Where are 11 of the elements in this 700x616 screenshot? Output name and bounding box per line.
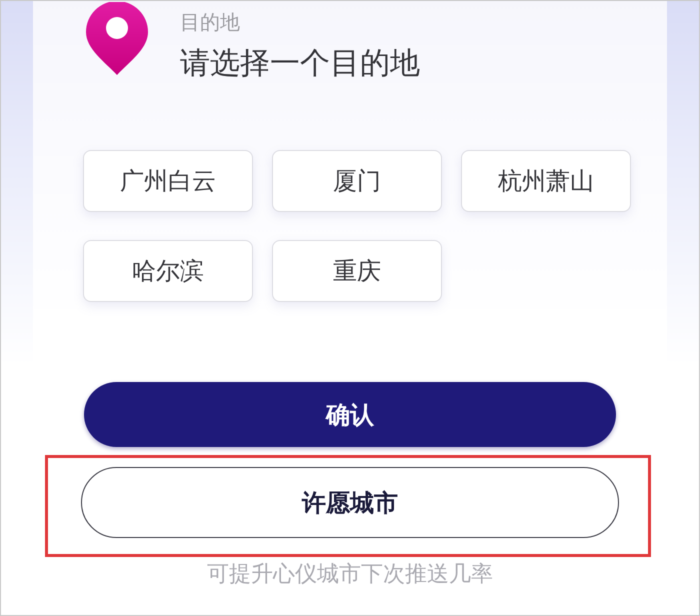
location-pin-icon (84, 2, 150, 76)
section-label: 目的地 (180, 10, 240, 34)
city-option[interactable]: 厦门 (272, 150, 442, 212)
city-option[interactable]: 杭州萧山 (461, 150, 631, 212)
hint-text: 可提升心仪城市下次推送几率 (207, 562, 493, 588)
wish-city-button[interactable]: 许愿城市 (81, 467, 619, 538)
destination-prompt: 请选择一个目的地 (180, 46, 420, 82)
city-option[interactable]: 重庆 (272, 240, 442, 302)
city-option[interactable]: 哈尔滨 (83, 240, 253, 302)
city-option[interactable]: 广州白云 (83, 150, 253, 212)
confirm-button[interactable]: 确认 (84, 382, 616, 447)
